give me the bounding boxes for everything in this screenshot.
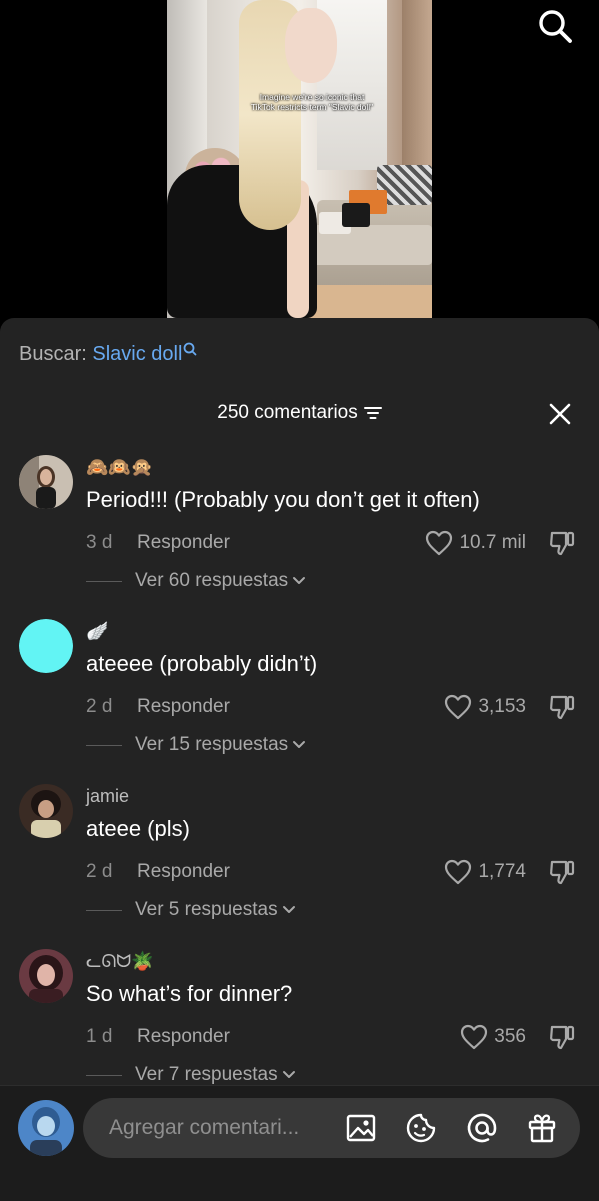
video-caption-line2: TikTok restricts term "Slavic doll" (250, 102, 374, 112)
search-icon (539, 10, 572, 43)
chevron-down-icon (293, 577, 306, 584)
thumbs-down-icon (550, 860, 575, 885)
comment-username[interactable]: 🙈🙉🙊 (86, 455, 153, 479)
comment-composer: Agregar comentari... (0, 1085, 599, 1201)
like-button[interactable]: 3,153 (444, 693, 526, 721)
comment-count-wrap[interactable]: 250 comentarios (0, 398, 599, 428)
dislike-button[interactable] (548, 693, 576, 721)
my-avatar-photo (18, 1100, 74, 1156)
thumbs-down-icon (550, 1025, 575, 1050)
chevron-down-icon (282, 1071, 295, 1078)
comment-text: So what’s for dinner? (86, 981, 293, 1006)
avatar[interactable] (19, 784, 73, 838)
video-black-bag (342, 203, 370, 227)
replies-divider (86, 909, 122, 911)
video-caption: Imagine we're so iconic that TikTok rest… (227, 92, 397, 112)
view-replies-button[interactable]: Ver 15 respuestas (86, 733, 306, 757)
like-button[interactable]: 1,774 (444, 858, 526, 886)
like-count: 356 (494, 1026, 526, 1047)
search-prefix: Buscar: (19, 343, 93, 365)
view-replies-label: Ver 7 respuestas (135, 1064, 278, 1085)
comment-item: 🙈🙉🙊 Period!!! (Probably you don’t get it… (0, 455, 599, 615)
close-button[interactable] (546, 400, 574, 428)
image-icon[interactable] (345, 1112, 377, 1144)
gift-icon[interactable] (526, 1112, 558, 1144)
thumbs-down-icon (550, 695, 575, 720)
chevron-down-icon (282, 906, 295, 913)
comment-input-placeholder: Agregar comentari... (109, 1116, 300, 1139)
reply-button[interactable]: Responder (137, 860, 230, 884)
like-button[interactable]: 356 (460, 1023, 526, 1051)
chevron-down-icon (293, 741, 306, 748)
video-player[interactable]: Imagine we're so iconic that TikTok rest… (0, 0, 599, 340)
search-term-link[interactable]: Slavic doll (92, 343, 182, 365)
video-person-face (285, 8, 337, 83)
comment-item: jamie ateee (pls) 2 d Responder 1,774 Ve… (0, 784, 599, 944)
replies-divider (86, 1074, 122, 1076)
view-replies-label: Ver 15 respuestas (135, 734, 289, 755)
search-button[interactable] (537, 8, 573, 44)
comments-sheet: Buscar: Slavic doll 250 comentarios 🙈🙉🙊 … (0, 318, 599, 1200)
heart-icon (445, 859, 472, 885)
like-count: 3,153 (478, 696, 526, 717)
comments-header: 250 comentarios (0, 398, 599, 428)
comment-time: 2 d (86, 696, 113, 717)
comment-input[interactable]: Agregar comentari... (83, 1098, 580, 1158)
comment-text: ateee (pls) (86, 816, 190, 841)
comment-username[interactable]: jamie (86, 784, 129, 808)
thumbs-down-icon (550, 531, 575, 556)
like-button[interactable]: 10.7 mil (425, 529, 526, 557)
heart-icon (461, 1024, 488, 1050)
view-replies-label: Ver 5 respuestas (135, 899, 278, 920)
view-replies-button[interactable]: Ver 60 respuestas (86, 569, 306, 593)
view-replies-button[interactable]: Ver 5 respuestas (86, 898, 296, 922)
avatar[interactable] (19, 619, 73, 673)
like-count: 1,774 (478, 861, 526, 882)
comment-time: 1 d (86, 1026, 113, 1047)
replies-divider (86, 580, 122, 582)
comment-count: 250 comentarios (217, 402, 358, 423)
my-avatar (18, 1100, 74, 1156)
heart-icon (445, 694, 472, 720)
avatar-solid (19, 619, 73, 673)
view-replies-label: Ver 60 respuestas (135, 570, 289, 591)
sticker-icon[interactable] (405, 1112, 437, 1144)
comment-item: 🪽 ateeee (probably didn’t) 2 d Responder… (0, 619, 599, 779)
search-suggestion[interactable]: Buscar: Slavic doll (19, 342, 197, 366)
replies-divider (86, 744, 122, 746)
video-floor (307, 285, 432, 318)
mention-icon[interactable] (466, 1112, 498, 1144)
dislike-button[interactable] (548, 1023, 576, 1051)
avatar[interactable] (19, 949, 73, 1003)
view-replies-button[interactable]: Ver 7 respuestas (86, 1063, 296, 1087)
sort-icon[interactable] (363, 406, 382, 420)
comment-time: 2 d (86, 861, 113, 882)
comment-username[interactable]: 🪽 (86, 619, 108, 643)
comment-text: ateeee (probably didn’t) (86, 651, 318, 676)
comment-text: Period!!! (Probably you don’t get it oft… (86, 487, 480, 512)
dislike-button[interactable] (548, 529, 576, 557)
comment-time: 3 d (86, 532, 113, 553)
reply-button[interactable]: Responder (137, 695, 230, 719)
avatar-photo (19, 455, 73, 509)
avatar[interactable] (19, 455, 73, 509)
dislike-button[interactable] (548, 858, 576, 886)
heart-icon (426, 530, 453, 556)
video-frame[interactable]: Imagine we're so iconic that TikTok rest… (167, 0, 432, 318)
like-count: 10.7 mil (459, 532, 526, 553)
reply-button[interactable]: Responder (137, 1025, 230, 1049)
video-caption-line1: Imagine we're so iconic that (259, 92, 365, 102)
comment-username[interactable]: ᓚᘏᗢ🪴 (86, 949, 154, 973)
search-term-icon (184, 342, 197, 356)
avatar-photo (19, 784, 73, 838)
reply-button[interactable]: Responder (137, 531, 230, 555)
close-icon (549, 403, 571, 425)
avatar-photo (19, 949, 73, 1003)
